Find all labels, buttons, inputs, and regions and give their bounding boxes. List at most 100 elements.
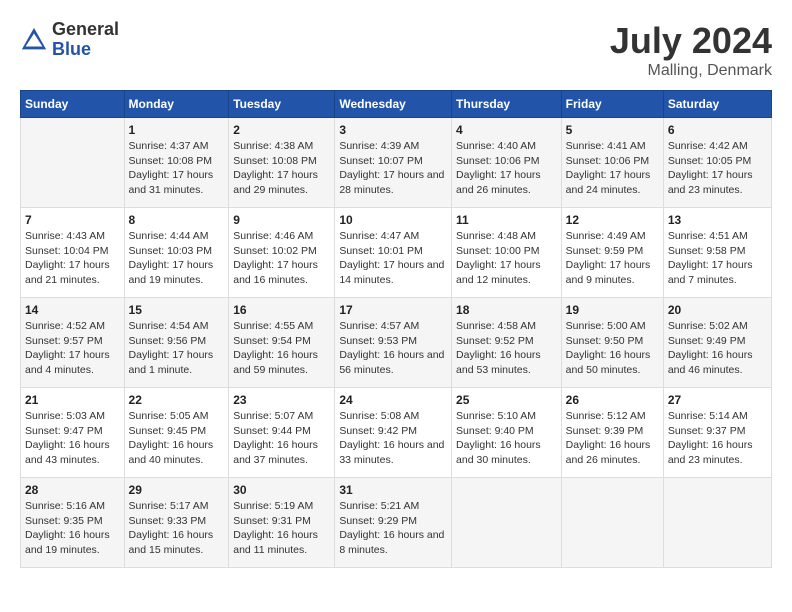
day-number: 26 xyxy=(566,393,659,407)
location-text: Malling, Denmark xyxy=(610,62,772,80)
day-number: 7 xyxy=(25,213,120,227)
day-number: 24 xyxy=(339,393,447,407)
day-info: Sunrise: 4:51 AMSunset: 9:58 PMDaylight:… xyxy=(668,229,767,288)
day-info: Sunrise: 4:49 AMSunset: 9:59 PMDaylight:… xyxy=(566,229,659,288)
calendar-cell: 14 Sunrise: 4:52 AMSunset: 9:57 PMDayligh… xyxy=(21,298,125,388)
day-info: Sunrise: 4:37 AMSunset: 10:08 PMDaylight… xyxy=(129,139,225,198)
calendar-cell: 28 Sunrise: 5:16 AMSunset: 9:35 PMDayligh… xyxy=(21,478,125,568)
day-number: 17 xyxy=(339,303,447,317)
day-number: 14 xyxy=(25,303,120,317)
weekday-header-row: SundayMondayTuesdayWednesdayThursdayFrid… xyxy=(21,91,772,118)
calendar-cell: 25 Sunrise: 5:10 AMSunset: 9:40 PMDayligh… xyxy=(452,388,562,478)
day-info: Sunrise: 4:42 AMSunset: 10:05 PMDaylight… xyxy=(668,139,767,198)
day-info: Sunrise: 4:58 AMSunset: 9:52 PMDaylight:… xyxy=(456,319,557,378)
day-number: 3 xyxy=(339,123,447,137)
calendar-cell: 31Sunrise: 5:21 AMSunset: 9:29 PMDayligh… xyxy=(335,478,452,568)
month-title: July 2024 xyxy=(610,20,772,62)
day-info: Sunrise: 4:47 AMSunset: 10:01 PMDaylight… xyxy=(339,229,447,288)
calendar-cell: 24 Sunrise: 5:08 AMSunset: 9:42 PMDayligh… xyxy=(335,388,452,478)
weekday-header-saturday: Saturday xyxy=(663,91,771,118)
day-number: 28 xyxy=(25,483,120,497)
day-number: 13 xyxy=(668,213,767,227)
calendar-cell: 11Sunrise: 4:48 AMSunset: 10:00 PMDaylig… xyxy=(452,208,562,298)
logo-text: General Blue xyxy=(52,20,119,60)
day-info: Sunrise: 4:46 AMSunset: 10:02 PMDaylight… xyxy=(233,229,330,288)
calendar-cell: 12 Sunrise: 4:49 AMSunset: 9:59 PMDayligh… xyxy=(561,208,663,298)
calendar-cell: 17 Sunrise: 4:57 AMSunset: 9:53 PMDayligh… xyxy=(335,298,452,388)
day-number: 5 xyxy=(566,123,659,137)
logo: General Blue xyxy=(20,20,119,60)
calendar-cell: 6Sunrise: 4:42 AMSunset: 10:05 PMDayligh… xyxy=(663,118,771,208)
day-info: Sunrise: 4:44 AMSunset: 10:03 PMDaylight… xyxy=(129,229,225,288)
calendar-cell xyxy=(452,478,562,568)
day-number: 25 xyxy=(456,393,557,407)
day-info: Sunrise: 5:05 AMSunset: 9:45 PMDaylight:… xyxy=(129,409,225,468)
day-number: 15 xyxy=(129,303,225,317)
day-number: 27 xyxy=(668,393,767,407)
calendar-cell: 30 Sunrise: 5:19 AMSunset: 9:31 PMDayligh… xyxy=(229,478,335,568)
calendar-cell: 26 Sunrise: 5:12 AMSunset: 9:39 PMDayligh… xyxy=(561,388,663,478)
day-info: Sunrise: 4:55 AMSunset: 9:54 PMDaylight:… xyxy=(233,319,330,378)
calendar-week-row: 28 Sunrise: 5:16 AMSunset: 9:35 PMDayligh… xyxy=(21,478,772,568)
calendar-cell: 2 Sunrise: 4:38 AMSunset: 10:08 PMDayligh… xyxy=(229,118,335,208)
calendar-cell: 15 Sunrise: 4:54 AMSunset: 9:56 PMDayligh… xyxy=(124,298,229,388)
day-number: 12 xyxy=(566,213,659,227)
day-info: Sunrise: 5:10 AMSunset: 9:40 PMDaylight:… xyxy=(456,409,557,468)
calendar-cell: 18 Sunrise: 4:58 AMSunset: 9:52 PMDayligh… xyxy=(452,298,562,388)
day-info: Sunrise: 4:57 AMSunset: 9:53 PMDaylight:… xyxy=(339,319,447,378)
day-number: 8 xyxy=(129,213,225,227)
day-info: Sunrise: 5:14 AMSunset: 9:37 PMDaylight:… xyxy=(668,409,767,468)
calendar-cell: 5 Sunrise: 4:41 AMSunset: 10:06 PMDayligh… xyxy=(561,118,663,208)
day-number: 21 xyxy=(25,393,120,407)
day-info: Sunrise: 4:40 AMSunset: 10:06 PMDaylight… xyxy=(456,139,557,198)
day-info: Sunrise: 4:38 AMSunset: 10:08 PMDaylight… xyxy=(233,139,330,198)
day-number: 20 xyxy=(668,303,767,317)
day-number: 31 xyxy=(339,483,447,497)
day-info: Sunrise: 5:17 AMSunset: 9:33 PMDaylight:… xyxy=(129,499,225,558)
weekday-header-friday: Friday xyxy=(561,91,663,118)
day-number: 30 xyxy=(233,483,330,497)
day-number: 9 xyxy=(233,213,330,227)
day-number: 18 xyxy=(456,303,557,317)
day-number: 23 xyxy=(233,393,330,407)
day-info: Sunrise: 4:52 AMSunset: 9:57 PMDaylight:… xyxy=(25,319,120,378)
calendar-cell xyxy=(21,118,125,208)
calendar-cell: 3Sunrise: 4:39 AMSunset: 10:07 PMDayligh… xyxy=(335,118,452,208)
calendar-cell: 16 Sunrise: 4:55 AMSunset: 9:54 PMDayligh… xyxy=(229,298,335,388)
calendar-cell: 13 Sunrise: 4:51 AMSunset: 9:58 PMDayligh… xyxy=(663,208,771,298)
logo-blue-text: Blue xyxy=(52,40,119,60)
weekday-header-tuesday: Tuesday xyxy=(229,91,335,118)
day-number: 2 xyxy=(233,123,330,137)
day-number: 16 xyxy=(233,303,330,317)
calendar-week-row: 7Sunrise: 4:43 AMSunset: 10:04 PMDayligh… xyxy=(21,208,772,298)
weekday-header-wednesday: Wednesday xyxy=(335,91,452,118)
day-number: 10 xyxy=(339,213,447,227)
calendar-cell: 29 Sunrise: 5:17 AMSunset: 9:33 PMDayligh… xyxy=(124,478,229,568)
page-header: General Blue July 2024 Malling, Denmark xyxy=(20,20,772,80)
calendar-week-row: 21 Sunrise: 5:03 AMSunset: 9:47 PMDayligh… xyxy=(21,388,772,478)
calendar-cell: 19Sunrise: 5:00 AMSunset: 9:50 PMDayligh… xyxy=(561,298,663,388)
day-number: 29 xyxy=(129,483,225,497)
day-info: Sunrise: 4:41 AMSunset: 10:06 PMDaylight… xyxy=(566,139,659,198)
calendar-cell: 27 Sunrise: 5:14 AMSunset: 9:37 PMDayligh… xyxy=(663,388,771,478)
weekday-header-thursday: Thursday xyxy=(452,91,562,118)
day-info: Sunrise: 5:03 AMSunset: 9:47 PMDaylight:… xyxy=(25,409,120,468)
calendar-cell: 9 Sunrise: 4:46 AMSunset: 10:02 PMDayligh… xyxy=(229,208,335,298)
weekday-header-sunday: Sunday xyxy=(21,91,125,118)
day-info: Sunrise: 5:16 AMSunset: 9:35 PMDaylight:… xyxy=(25,499,120,558)
calendar-cell: 22 Sunrise: 5:05 AMSunset: 9:45 PMDayligh… xyxy=(124,388,229,478)
calendar-cell: 10 Sunrise: 4:47 AMSunset: 10:01 PMDaylig… xyxy=(335,208,452,298)
day-info: Sunrise: 5:12 AMSunset: 9:39 PMDaylight:… xyxy=(566,409,659,468)
day-info: Sunrise: 5:19 AMSunset: 9:31 PMDaylight:… xyxy=(233,499,330,558)
day-number: 1 xyxy=(129,123,225,137)
day-number: 22 xyxy=(129,393,225,407)
day-info: Sunrise: 5:08 AMSunset: 9:42 PMDaylight:… xyxy=(339,409,447,468)
calendar-table: SundayMondayTuesdayWednesdayThursdayFrid… xyxy=(20,90,772,568)
calendar-cell xyxy=(561,478,663,568)
calendar-cell: 1 Sunrise: 4:37 AMSunset: 10:08 PMDayligh… xyxy=(124,118,229,208)
weekday-header-monday: Monday xyxy=(124,91,229,118)
day-info: Sunrise: 5:00 AMSunset: 9:50 PMDaylight:… xyxy=(566,319,659,378)
title-block: July 2024 Malling, Denmark xyxy=(610,20,772,80)
logo-icon xyxy=(20,26,48,54)
day-info: Sunrise: 4:54 AMSunset: 9:56 PMDaylight:… xyxy=(129,319,225,378)
